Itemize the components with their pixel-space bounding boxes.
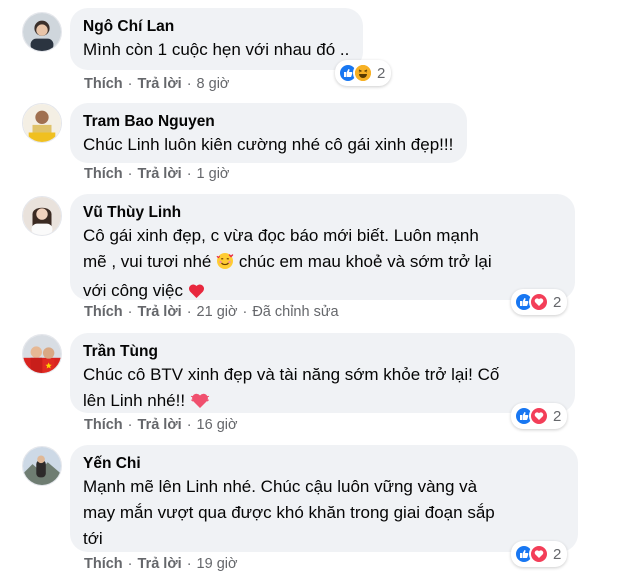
like-button[interactable]: Thích <box>84 556 123 572</box>
reaction-summary[interactable]: 2 <box>335 60 392 86</box>
like-button[interactable]: Thích <box>84 417 123 433</box>
avatar[interactable] <box>22 196 62 236</box>
smiling-hearts-emoji-icon <box>216 252 234 278</box>
comment-actions: Thích · Trả lời · 8 giờ <box>84 76 230 92</box>
reaction-count: 2 <box>377 64 386 82</box>
beating-heart-emoji-icon <box>190 391 210 417</box>
love-icon <box>529 544 549 564</box>
comment-text-line: lên Linh nhé!! <box>83 388 561 417</box>
avatar[interactable] <box>22 446 62 486</box>
comment-timestamp[interactable]: 8 giờ <box>197 76 230 92</box>
comment-timestamp[interactable]: 19 giờ <box>197 556 238 572</box>
comment-text: Chúc Linh luôn kiên cường nhé cô gái xin… <box>83 135 454 154</box>
reply-button[interactable]: Trả lời <box>138 166 182 182</box>
reaction-summary[interactable]: 2 <box>511 541 568 567</box>
comment-author[interactable]: Trần Tùng <box>83 342 561 362</box>
comment-bubble: Yến Chi Mạnh mẽ lên Linh nhé. Chúc cậu l… <box>70 445 578 552</box>
reaction-count: 2 <box>553 545 562 563</box>
like-button[interactable]: Thích <box>84 166 123 182</box>
avatar[interactable] <box>22 12 62 52</box>
comment-text-part: với công việc <box>83 281 183 300</box>
avatar[interactable] <box>22 103 62 143</box>
love-icon <box>529 292 549 312</box>
like-button[interactable]: Thích <box>84 76 123 92</box>
comment-actions: Thích · Trả lời · 21 giờ · Đã chỉnh sửa <box>84 304 339 320</box>
comment-text-line: Chúc cô BTV xinh đẹp và tài năng sớm khỏ… <box>83 365 500 384</box>
comment-text-line: mẽ , vui tươi nhé chúc em mau khoẻ và sớ… <box>83 249 561 278</box>
like-button[interactable]: Thích <box>84 304 123 320</box>
comment-actions: Thích · Trả lời · 1 giờ <box>84 166 230 182</box>
haha-icon <box>353 63 373 83</box>
comment-author[interactable]: Ngô Chí Lan <box>83 17 349 37</box>
comment-text-line: với công việc <box>83 278 561 307</box>
comment-timestamp[interactable]: 21 giờ <box>197 304 238 320</box>
comment-timestamp[interactable]: 16 giờ <box>197 417 238 433</box>
reply-button[interactable]: Trả lời <box>138 304 182 320</box>
comment-actions: Thích · Trả lời · 19 giờ <box>84 556 238 572</box>
reply-button[interactable]: Trả lời <box>138 556 182 572</box>
reaction-count: 2 <box>553 293 562 311</box>
comment-bubble: Ngô Chí Lan Mình còn 1 cuộc hẹn với nhau… <box>70 8 364 70</box>
reaction-count: 2 <box>553 407 562 425</box>
edited-label[interactable]: Đã chỉnh sửa <box>252 304 338 320</box>
reply-button[interactable]: Trả lời <box>138 76 182 92</box>
comment-author[interactable]: Vũ Thùy Linh <box>83 203 561 223</box>
comment-bubble: Tram Bao Nguyen Chúc Linh luôn kiên cườn… <box>70 103 468 163</box>
comment-actions: Thích · Trả lời · 16 giờ <box>84 417 238 433</box>
comment-bubble: Trần Tùng Chúc cô BTV xinh đẹp và tài nă… <box>70 333 575 413</box>
comment-bubble: Vũ Thùy Linh Cô gái xinh đẹp, c vừa đọc … <box>70 194 575 300</box>
comment-text-part: mẽ , vui tươi nhé <box>83 252 212 271</box>
comment-text-part: chúc em mau khoẻ và sớm trở lại <box>238 252 492 271</box>
comment-timestamp[interactable]: 1 giờ <box>197 166 230 182</box>
comment-author[interactable]: Tram Bao Nguyen <box>83 112 453 132</box>
reaction-summary[interactable]: 2 <box>511 403 568 429</box>
comment-author[interactable]: Yến Chi <box>83 454 564 474</box>
love-icon <box>529 406 549 426</box>
comment-text-line: Cô gái xinh đẹp, c vừa đọc báo mới biết.… <box>83 226 479 245</box>
avatar[interactable] <box>22 334 62 374</box>
comment-text-part: lên Linh nhé!! <box>83 391 186 410</box>
reaction-summary[interactable]: 2 <box>511 289 568 315</box>
comment-text: Mạnh mẽ lên Linh nhé. Chúc cậu luôn vững… <box>83 477 495 548</box>
reply-button[interactable]: Trả lời <box>138 417 182 433</box>
comment-text: Mình còn 1 cuộc hẹn với nhau đó .. <box>83 40 350 59</box>
